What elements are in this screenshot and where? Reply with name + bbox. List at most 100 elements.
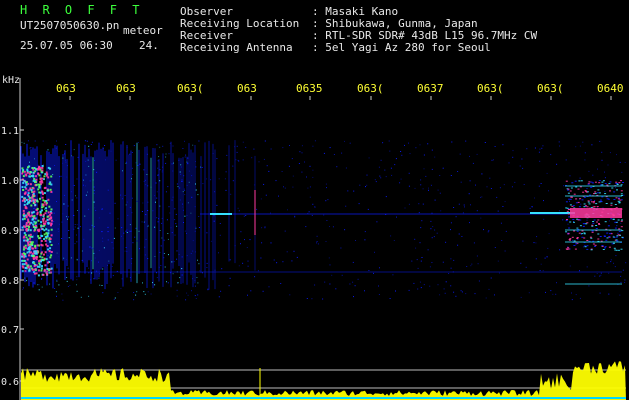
noise-dot [273,259,275,261]
noise-dot [571,299,573,301]
signal-dot [565,201,568,203]
noise-dot [388,140,390,142]
noise-dot [181,181,183,182]
signal-dot [48,182,51,185]
noise-dot [610,259,612,261]
signal-dot [37,172,40,175]
noise-dot [187,202,189,204]
noise-dot [623,194,625,196]
noise-dot [408,172,410,174]
noise-dot [131,197,133,199]
signal-dot [38,174,41,177]
noise-dot [206,232,208,234]
noise-dot [519,165,521,167]
noise-dot [23,250,25,252]
noise-dot [374,251,375,253]
signal-dot [578,232,581,234]
noise-dot [555,293,557,295]
signal-dot [41,169,44,172]
signal-dot [611,187,614,189]
noise-dot [196,277,198,278]
noise-dot [353,190,355,192]
signal-dot [35,272,38,275]
noise-dot [476,255,478,257]
noise-dot [218,178,220,180]
signal-dot [567,247,570,249]
signal-dot [602,249,605,250]
noise-dot [129,153,131,155]
noise-dot [171,199,173,201]
noise-dot [112,247,114,249]
signal-dot [46,215,49,218]
noise-dot [612,235,614,237]
noise-dot [99,284,101,286]
signal-dot [45,258,48,261]
signal-dot [21,226,24,229]
noise-dot [450,175,452,176]
noise-dot [85,174,87,176]
signal-dot [615,236,618,238]
noise-dot [325,200,327,202]
signal-dot [39,178,42,181]
noise-dot [505,230,507,232]
noise-dot [160,265,162,266]
noise-dot [301,145,303,147]
signal-dot [26,264,29,267]
noise-dot [48,259,49,261]
noise-dot [185,299,187,301]
noise-dot [408,142,409,144]
noise-dot [450,267,452,269]
noise-dot [525,266,527,268]
noise-dot [185,154,187,156]
signal-dot [28,268,31,271]
noise-dot [131,178,132,180]
noise-dot [186,184,188,186]
signal-dot [21,195,24,198]
noise-dot [287,209,288,211]
signal-dot [22,175,25,178]
signal-dot [568,216,571,218]
noise-dot [368,270,370,271]
noise-dot [604,171,605,173]
signal-dot [620,226,623,228]
noise-dot [58,243,59,245]
noise-dot [347,190,349,192]
signal-dot [22,189,25,191]
noise-dot [161,237,163,239]
noise-dot [543,200,544,202]
signal-dot [27,189,30,192]
noise-dot [439,294,441,296]
noise-dot [389,298,391,299]
noise-dot [80,296,82,298]
noise-dot [145,184,147,186]
signal-dot [35,183,38,186]
signal-dot [44,236,47,238]
noise-dot [161,222,163,224]
noise-dot [120,235,122,237]
noise-dot [225,171,227,173]
signal-dot [566,207,569,209]
noise-dot [194,279,196,281]
noise-dot [390,167,392,169]
signal-dot [615,197,618,199]
signal-dot [618,197,620,199]
noise-dot [374,179,376,181]
signal-dot [567,192,570,194]
signal-dot [565,180,568,182]
noise-dot [188,181,190,183]
noise-dot [247,260,249,262]
signal-dot [608,183,611,185]
signal-dot [38,166,40,169]
noise-dot [182,206,184,208]
noise-dot [66,165,68,167]
noise-dot [503,184,505,186]
noise-dot [68,216,70,218]
noise-dot [594,275,596,277]
signal-dot [572,219,575,220]
signal-dot [592,243,595,245]
noise-dot [120,288,122,289]
signal-dot [609,181,612,183]
signal-dot [25,228,28,230]
signal-dot [25,207,28,210]
noise-dot [309,196,311,198]
